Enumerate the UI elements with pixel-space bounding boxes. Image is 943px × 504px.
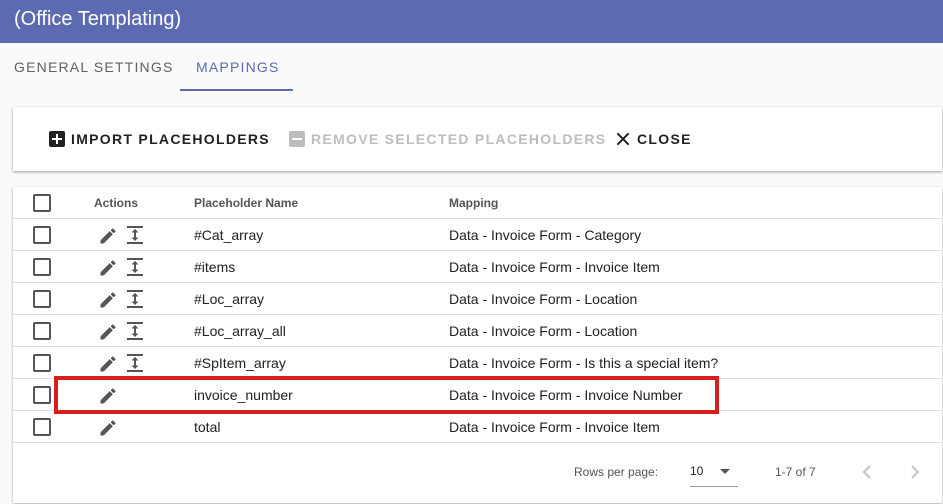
app-title-bar: (Office Templating) xyxy=(0,0,943,43)
placeholder-mapping: Data - Invoice Form - Location xyxy=(449,323,638,339)
pencil-icon[interactable] xyxy=(98,258,118,278)
remove-selected-placeholders-label: REMOVE SELECTED PLACEHOLDERS xyxy=(311,131,607,147)
chevron-left-icon[interactable] xyxy=(855,460,879,484)
table-row[interactable]: #SpItem_array Data - Invoice Form - Is t… xyxy=(13,347,942,379)
table-row[interactable]: invoice_number Data - Invoice Form - Inv… xyxy=(13,379,942,411)
tab-bar: General Settings Mappings xyxy=(0,43,943,93)
placeholder-mapping: Data - Invoice Form - Is this a special … xyxy=(449,355,719,371)
placeholder-mapping: Data - Invoice Form - Location xyxy=(449,291,638,307)
minus-box-icon xyxy=(289,131,305,147)
row-checkbox[interactable] xyxy=(33,226,51,244)
row-checkbox[interactable] xyxy=(33,290,51,308)
close-label: CLOSE xyxy=(637,131,692,147)
remove-selected-placeholders-button[interactable]: REMOVE SELECTED PLACEHOLDERS xyxy=(289,130,606,148)
rows-per-page-value: 10 xyxy=(690,464,704,478)
placeholder-name: #Cat_array xyxy=(194,227,264,243)
active-tab-indicator xyxy=(180,89,293,91)
row-checkbox[interactable] xyxy=(33,258,51,276)
table-row[interactable]: #Cat_array Data - Invoice Form - Categor… xyxy=(13,219,942,251)
pencil-icon[interactable] xyxy=(98,354,118,374)
table-pagination: Rows per page: 10 1-7 of 7 xyxy=(13,443,942,503)
reorder-handle-icon[interactable] xyxy=(126,257,144,277)
row-checkbox[interactable] xyxy=(33,386,51,404)
mappings-toolbar: IMPORT PLACEHOLDERS REMOVE SELECTED PLAC… xyxy=(13,107,942,171)
chevron-right-icon[interactable] xyxy=(903,460,927,484)
plus-box-icon xyxy=(49,131,65,147)
table-row[interactable]: #Loc_array Data - Invoice Form - Locatio… xyxy=(13,283,942,315)
table-row[interactable]: #Loc_array_all Data - Invoice Form - Loc… xyxy=(13,315,942,347)
pencil-icon[interactable] xyxy=(98,322,118,342)
tab-mappings[interactable]: Mappings xyxy=(196,43,280,91)
row-checkbox[interactable] xyxy=(33,418,51,436)
placeholder-name: #SpItem_array xyxy=(194,355,286,371)
placeholders-table: Actions Placeholder Name Mapping #Cat_ar… xyxy=(13,187,942,503)
reorder-handle-icon[interactable] xyxy=(126,225,144,245)
table-row[interactable]: #items Data - Invoice Form - Invoice Ite… xyxy=(13,251,942,283)
placeholder-name: #Loc_array_all xyxy=(194,323,286,339)
import-placeholders-label: IMPORT PLACEHOLDERS xyxy=(71,131,270,147)
reorder-handle-icon[interactable] xyxy=(126,353,144,373)
row-checkbox[interactable] xyxy=(33,354,51,372)
caret-down-icon xyxy=(720,469,730,474)
placeholder-mapping: Data - Invoice Form - Invoice Number xyxy=(449,387,683,403)
tab-general-settings[interactable]: General Settings xyxy=(14,43,174,91)
placeholder-name: #Loc_array xyxy=(194,291,265,307)
placeholder-mapping: Data - Invoice Form - Category xyxy=(449,227,642,243)
placeholder-name: #items xyxy=(194,259,236,275)
pencil-icon[interactable] xyxy=(98,226,118,246)
app-title: (Office Templating) xyxy=(14,8,182,30)
rows-per-page-select[interactable]: 10 xyxy=(690,461,738,487)
reorder-handle-icon[interactable] xyxy=(126,289,144,309)
import-placeholders-button[interactable]: IMPORT PLACEHOLDERS xyxy=(49,130,270,148)
placeholder-name: invoice_number xyxy=(194,387,293,403)
placeholder-mapping: Data - Invoice Form - Invoice Item xyxy=(449,419,660,435)
close-button[interactable]: CLOSE xyxy=(615,130,692,148)
column-header-actions: Actions xyxy=(94,196,139,210)
select-all-checkbox[interactable] xyxy=(33,194,51,212)
table-header-row: Actions Placeholder Name Mapping xyxy=(13,187,942,219)
pencil-icon[interactable] xyxy=(98,290,118,310)
reorder-handle-icon[interactable] xyxy=(126,321,144,341)
pencil-icon[interactable] xyxy=(98,418,118,438)
row-checkbox[interactable] xyxy=(33,322,51,340)
close-icon xyxy=(615,131,631,147)
placeholder-name: total xyxy=(194,419,221,435)
column-header-mapping[interactable]: Mapping xyxy=(449,196,498,210)
column-header-placeholder-name[interactable]: Placeholder Name xyxy=(194,196,298,210)
table-row[interactable]: total Data - Invoice Form - Invoice Item xyxy=(13,411,942,443)
page-range: 1-7 of 7 xyxy=(775,465,816,479)
rows-per-page-label: Rows per page: xyxy=(574,465,659,479)
placeholder-mapping: Data - Invoice Form - Invoice Item xyxy=(449,259,660,275)
pencil-icon[interactable] xyxy=(98,386,118,406)
